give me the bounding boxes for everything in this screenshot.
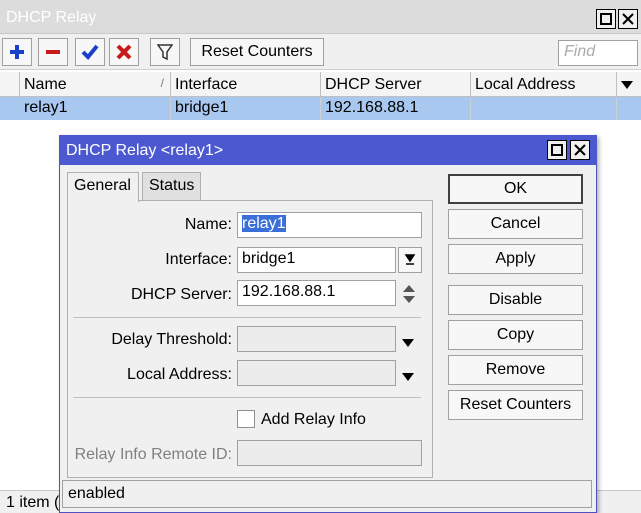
main-window-title: DHCP Relay (6, 9, 97, 26)
enable-button[interactable] (75, 38, 105, 66)
disable-button-dialog[interactable]: Disable (448, 285, 583, 315)
up-down-arrow-icon (403, 285, 415, 303)
dropdown-icon (404, 254, 416, 265)
disable-button[interactable] (109, 38, 139, 66)
dropdown-icon (402, 373, 414, 381)
tab-status[interactable]: Status (142, 172, 201, 202)
relay-info-remote-id-label: Relay Info Remote ID: (74, 446, 232, 463)
apply-button[interactable]: Apply (448, 244, 583, 274)
dialog-maximize-button[interactable] (547, 140, 567, 160)
remove-button-dialog[interactable]: Remove (448, 355, 583, 385)
cell-local-address (471, 98, 617, 120)
maximize-button[interactable] (596, 9, 616, 29)
maximize-icon (551, 144, 563, 156)
dhcp-server-label: DHCP Server: (130, 286, 232, 303)
delay-threshold-label: Delay Threshold: (111, 331, 232, 348)
filter-button[interactable] (150, 38, 180, 66)
name-input[interactable]: relay1 (237, 212, 422, 238)
cell-interface: bridge1 (171, 98, 321, 120)
reset-counters-button-dialog[interactable]: Reset Counters (448, 390, 583, 420)
dialog-title: DHCP Relay <relay1> (66, 142, 224, 159)
interface-dropdown-button[interactable] (398, 247, 422, 273)
interface-label: Interface: (165, 251, 232, 268)
separator (73, 317, 421, 318)
dialog-status: enabled (62, 480, 592, 508)
remove-button[interactable] (38, 38, 68, 66)
add-button[interactable] (2, 38, 32, 66)
dropdown-icon (402, 339, 414, 347)
column-header-local-address[interactable]: Local Address (471, 72, 617, 97)
maximize-icon (600, 13, 612, 25)
local-address-dropdown[interactable] (401, 369, 415, 387)
cell-name: relay1 (20, 98, 171, 120)
close-icon (622, 13, 634, 25)
add-relay-info-checkbox[interactable] (237, 410, 255, 428)
minus-icon (46, 50, 60, 54)
reset-counters-button[interactable]: Reset Counters (190, 38, 324, 66)
local-address-label: Local Address: (127, 366, 232, 383)
column-header-dhcp-server[interactable]: DHCP Server (321, 72, 471, 97)
name-label: Name: (184, 216, 232, 233)
filter-icon (157, 44, 173, 61)
column-header-interface[interactable]: Interface (171, 72, 321, 97)
column-menu-button[interactable] (619, 78, 635, 96)
relay-info-remote-id-input[interactable] (237, 440, 422, 466)
tab-general[interactable]: General (67, 172, 139, 202)
delay-threshold-dropdown[interactable] (401, 335, 415, 353)
separator (73, 397, 421, 398)
column-header-name[interactable]: Name / (20, 72, 171, 97)
check-icon (81, 44, 99, 60)
close-button[interactable] (618, 9, 638, 29)
plus-icon (10, 45, 24, 59)
x-icon (116, 44, 132, 60)
close-icon (574, 144, 586, 156)
sort-icon: / (160, 76, 164, 90)
cell-dhcp-server: 192.168.88.1 (321, 98, 471, 120)
cancel-button[interactable]: Cancel (448, 209, 583, 239)
column-header-spacer (0, 72, 20, 97)
local-address-input[interactable] (237, 360, 396, 386)
dialog-close-button[interactable] (570, 140, 590, 160)
delay-threshold-input[interactable] (237, 326, 396, 352)
dhcp-server-stepper[interactable] (401, 283, 417, 310)
ok-button[interactable]: OK (448, 174, 583, 204)
dropdown-icon (621, 81, 633, 89)
dhcp-server-input[interactable]: 192.168.88.1 (237, 280, 396, 306)
interface-select[interactable]: bridge1 (237, 247, 396, 273)
find-input[interactable]: Find (558, 40, 638, 66)
add-relay-info-label: Add Relay Info (261, 411, 366, 428)
copy-button[interactable]: Copy (448, 320, 583, 350)
